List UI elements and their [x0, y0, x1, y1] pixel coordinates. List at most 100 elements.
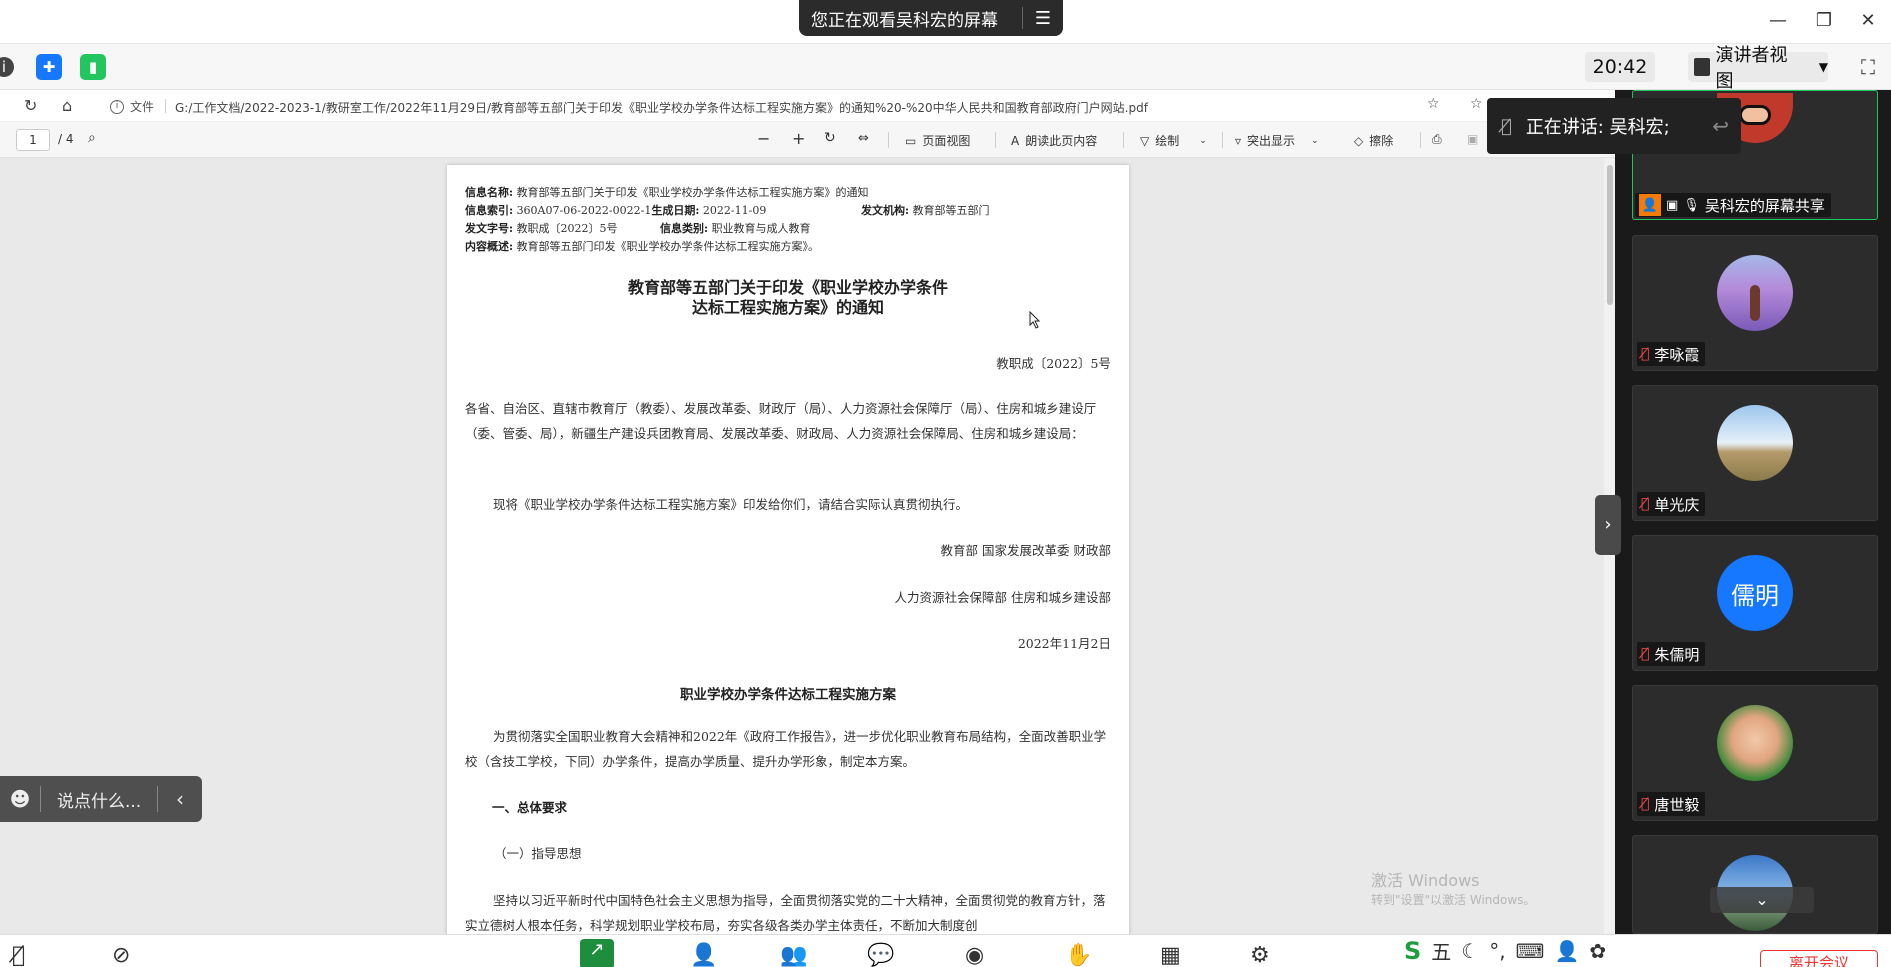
refresh-icon[interactable]: ↻ — [24, 96, 37, 115]
settings-icon[interactable]: ⚙ — [1250, 943, 1270, 967]
home-icon[interactable]: ⌂ — [62, 96, 72, 115]
user-icon[interactable]: 👤 — [1554, 939, 1579, 963]
collapse-chat-icon[interactable]: ‹ — [158, 787, 202, 811]
share-screen-icon[interactable]: ↗ — [580, 939, 614, 967]
sogou-icon[interactable]: S — [1404, 937, 1421, 965]
page-number-input[interactable]: 1 — [16, 129, 50, 151]
participant-name-tag: 🎙̸ 唐世毅 — [1637, 792, 1706, 816]
participant-tile[interactable]: 儒明 🎙̸ 朱儒明 — [1632, 535, 1878, 671]
rotate-icon[interactable]: ↻ — [824, 130, 836, 146]
erase-button[interactable]: ◇ 擦除 — [1354, 132, 1393, 149]
view-mode-button[interactable]: 演讲者视图 ▼ — [1688, 45, 1828, 92]
wubi-icon[interactable]: 五 — [1431, 936, 1451, 965]
document-title-line2: 达标工程实施方案》的通知 — [691, 298, 884, 317]
screen-share-icon: ▣ — [1666, 197, 1679, 213]
favorites-icon[interactable]: ☆ — [1470, 96, 1483, 112]
fullscreen-icon[interactable]: ⛶ — [1853, 52, 1883, 82]
page-view-label: 页面视图 — [922, 134, 971, 148]
invite-icon[interactable]: 👤 — [690, 943, 717, 967]
file-label: 文件 — [130, 100, 155, 114]
mic-muted-icon[interactable]: 🎙̸ — [1501, 116, 1512, 137]
participant-tile[interactable]: 🎙̸ 单光庆 — [1632, 385, 1878, 521]
participant-name: 唐世毅 — [1654, 795, 1700, 814]
divider — [1123, 132, 1124, 148]
host-icon: 👤 — [1639, 194, 1661, 216]
favorite-add-icon[interactable]: ☆ — [1427, 96, 1440, 112]
meta-docno-row: 发文字号: 教职成〔2022〕5号 — [465, 220, 618, 236]
camera-off-icon[interactable]: ⊘ — [112, 943, 130, 967]
highlight-button[interactable]: ▿ 突出显示 ⌄ — [1235, 132, 1319, 149]
shield-icon[interactable]: ✚ — [36, 54, 62, 80]
draw-label: 绘制 — [1155, 134, 1180, 148]
page-view-button[interactable]: ▭ 页面视图 — [905, 132, 970, 149]
keyboard-icon[interactable]: ⌨ — [1516, 939, 1545, 963]
members-icon[interactable]: 👥 — [780, 943, 807, 967]
screen-share-banner-text: 您正在观看吴科宏的屏幕 — [811, 10, 998, 31]
punctuation-icon[interactable]: °, — [1489, 939, 1505, 963]
search-icon[interactable]: ⌕ — [88, 130, 96, 146]
read-aloud-label: 朗读此页内容 — [1025, 134, 1098, 148]
apps-icon[interactable]: ▦ — [1160, 943, 1181, 967]
chat-icon[interactable]: 💬 — [867, 943, 894, 967]
chat-input-pill[interactable]: ☻ 说点什么... ‹ — [0, 776, 202, 822]
browser-address-bar: ↻ ⌂ i 文件 G:/工作文档/2022-2023-1/教研室工作/2022年… — [0, 90, 1615, 122]
heading-general-requirements: 一、总体要求 — [492, 800, 568, 815]
moon-icon[interactable]: ☾ — [1461, 939, 1479, 963]
close-icon[interactable]: ✕ — [1856, 10, 1880, 31]
meeting-control-bar: 🎙̸ ⊘ ↗ 👤 👥 💬 ◉ ✋ ▦ ⚙ — [0, 934, 1891, 967]
avatar — [1717, 405, 1793, 481]
site-info[interactable]: i 文件 — [110, 98, 154, 115]
save-icon[interactable]: ▣ — [1467, 132, 1478, 146]
chevron-down-icon[interactable]: ⌄ — [1311, 136, 1319, 146]
participant-name-tag: 🎙̸ 单光庆 — [1637, 492, 1706, 516]
mic-icon: 🎙 — [1683, 197, 1700, 213]
pdf-scrollbar-thumb[interactable] — [1607, 165, 1613, 305]
highlight-label: 突出显示 — [1247, 134, 1296, 148]
participant-name-tag: 👤 ▣ 🎙 吴科宏的屏幕共享 — [1635, 193, 1831, 217]
participant-tile[interactable]: 🎙̸ 唐世毅 — [1632, 685, 1878, 821]
collapse-panel-button[interactable]: › — [1595, 495, 1621, 555]
layout-icon — [1694, 58, 1710, 76]
draw-button[interactable]: ▽ 绘制 ⌄ — [1140, 132, 1207, 149]
scroll-down-icon[interactable]: ⌄ — [1710, 887, 1814, 913]
divider — [165, 99, 166, 113]
activation-watermark-hint: 转到"设置"以激活 Windows。 — [1371, 893, 1536, 907]
chevron-down-icon[interactable]: ⌄ — [1199, 136, 1207, 146]
raise-hand-icon[interactable]: ✋ — [1065, 943, 1092, 967]
meta-label: 内容概述: — [465, 240, 514, 253]
meta-summary-row: 内容概述: 教育部等五部门印发《职业学校办学条件达标工程实施方案》。 — [465, 238, 819, 254]
restore-icon[interactable]: ❐ — [1812, 10, 1836, 31]
zoom-in-icon[interactable]: + — [792, 129, 805, 148]
zoom-out-icon[interactable]: − — [757, 129, 770, 148]
info-icon[interactable]: i — [0, 57, 14, 77]
mic-muted-icon[interactable]: 🎙̸ — [12, 943, 25, 967]
record-icon[interactable]: ◉ — [965, 943, 984, 967]
signatory-line1: 教育部 国家发展改革委 财政部 — [940, 543, 1111, 558]
minimize-icon[interactable]: — — [1766, 10, 1790, 31]
page-total: / 4 — [58, 132, 74, 146]
chat-input[interactable]: 说点什么... — [41, 787, 157, 812]
view-mode-label: 演讲者视图 — [1715, 45, 1788, 92]
section-title: 职业学校办学条件达标工程实施方案 — [680, 687, 896, 703]
activation-watermark-title: 激活 Windows — [1371, 871, 1480, 890]
emoji-icon[interactable]: ☻ — [0, 787, 40, 811]
signal-icon[interactable]: ▮ — [80, 54, 106, 80]
meta-value: 教育部等五部门印发《职业学校办学条件达标工程实施方案》。 — [516, 240, 820, 253]
pdf-page: 信息名称: 教育部等五部门关于印发《职业学校办学条件达标工程实施方案》的通知 信… — [447, 165, 1129, 965]
participant-tile[interactable] — [1632, 835, 1878, 934]
meta-label: 信息名称: — [465, 186, 514, 199]
participant-tile[interactable]: 🎙̸ 李咏霞 — [1632, 235, 1878, 371]
read-aloud-button[interactable]: A 朗读此页内容 — [1011, 132, 1097, 149]
menu-icon[interactable]: ☰ — [1023, 8, 1063, 29]
leave-meeting-button[interactable]: 离开会议 — [1760, 950, 1878, 967]
skin-icon[interactable]: ✿ — [1589, 939, 1606, 963]
address-url[interactable]: G:/工作文档/2022-2023-1/教研室工作/2022年11月29日/教育… — [175, 99, 1148, 116]
meta-value: 教育部等五部门 — [912, 204, 990, 217]
signature-date: 2022年11月2日 — [1017, 636, 1111, 651]
print-icon[interactable]: ⎙ — [1432, 132, 1442, 147]
meta-label: 发文字号: — [465, 222, 514, 235]
fit-page-icon[interactable]: ⇔ — [858, 131, 869, 146]
participant-name: 吴科宏的屏幕共享 — [1704, 196, 1825, 215]
reply-icon[interactable]: ↩ — [1712, 114, 1729, 138]
mic-muted-icon: 🎙̸ — [1641, 496, 1650, 512]
